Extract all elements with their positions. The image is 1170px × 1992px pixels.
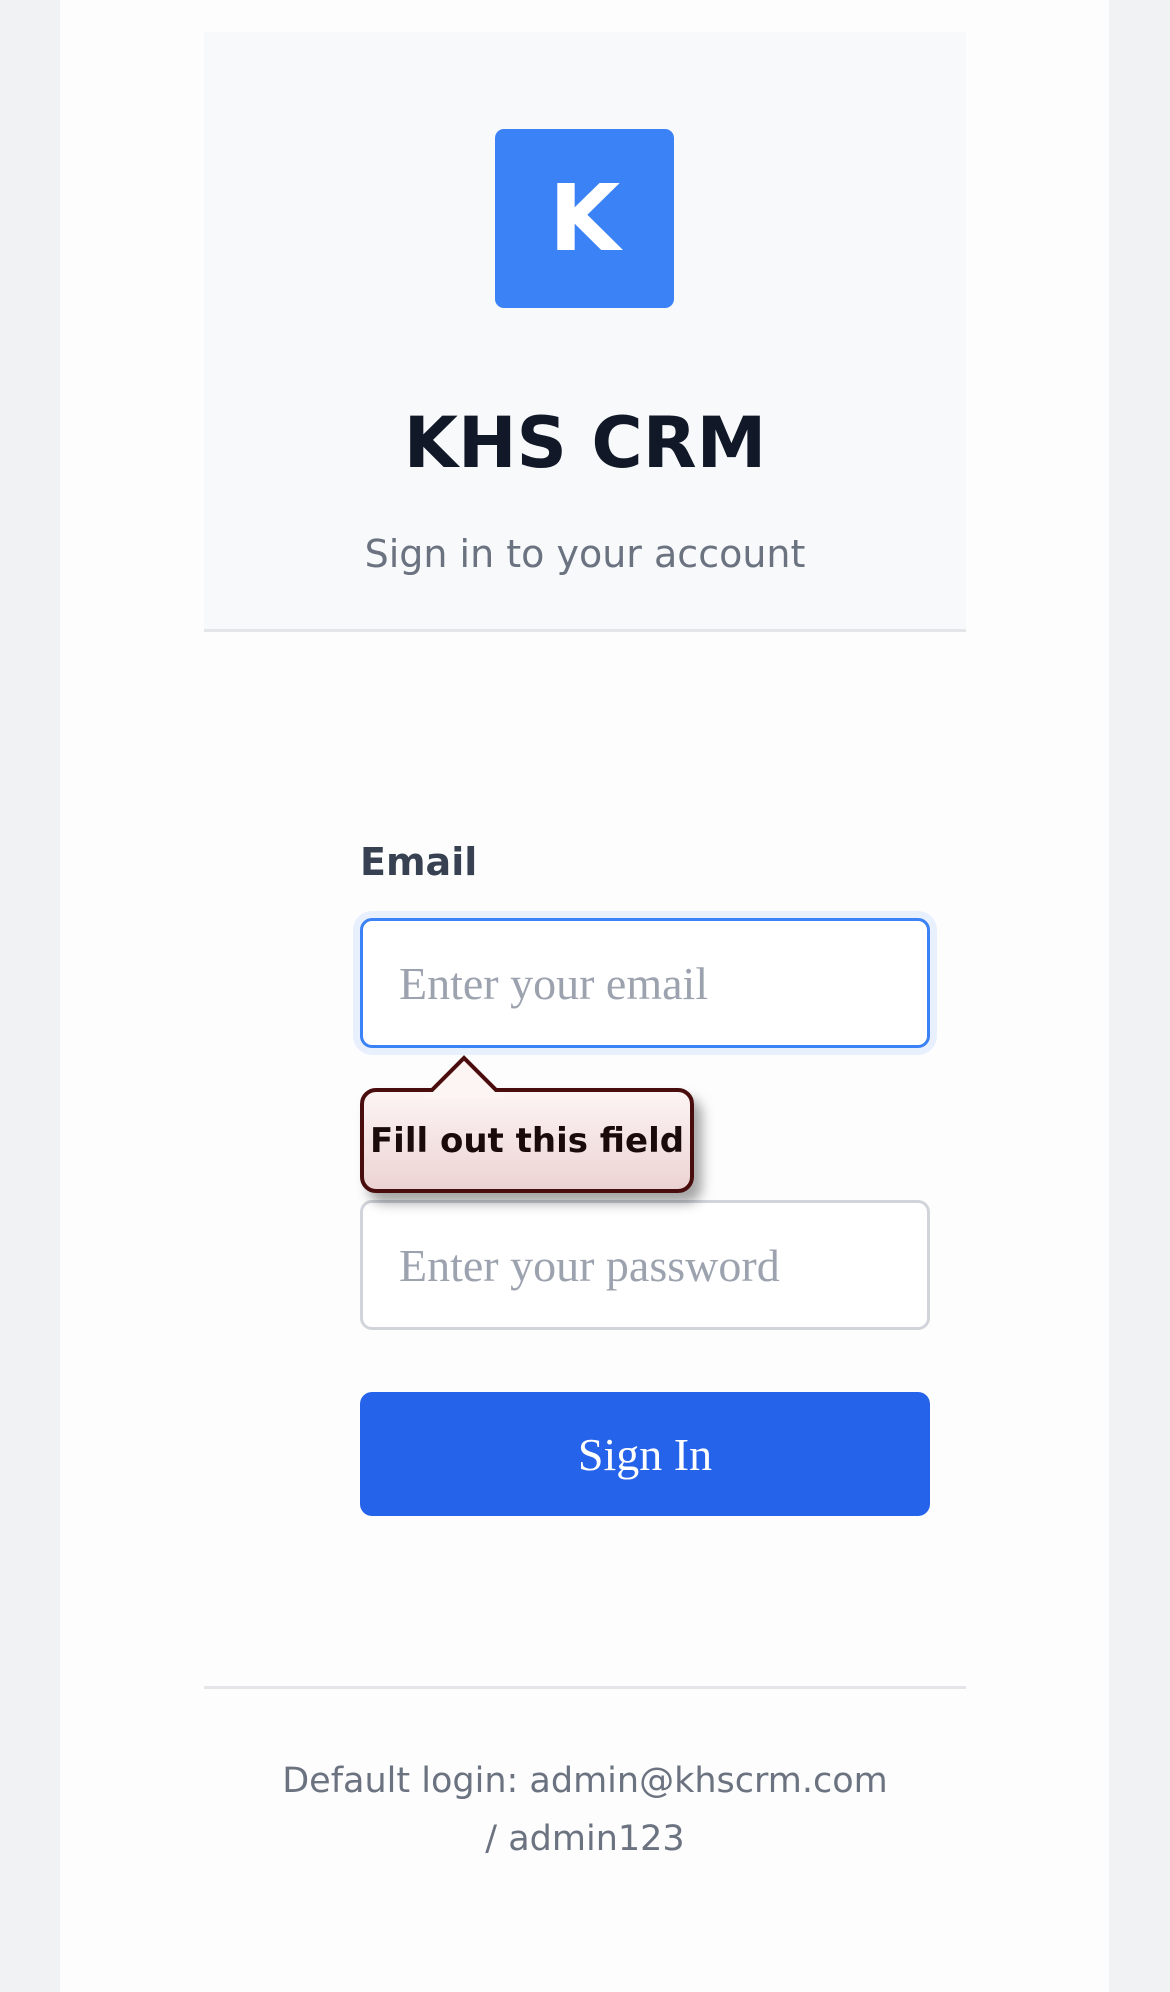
tooltip-text: Fill out this field (369, 1120, 685, 1161)
footer-divider (204, 1686, 966, 1689)
default-login-hint: Default login: admin@khscrm.com / admin1… (204, 1752, 966, 1868)
sign-in-button[interactable]: Sign In (360, 1392, 930, 1516)
login-panel: K KHS CRM Sign in to your account Email … (60, 0, 1109, 1992)
email-input[interactable] (360, 918, 930, 1048)
logo-letter: K (548, 165, 621, 272)
app-title: KHS CRM (403, 402, 767, 484)
password-input[interactable] (360, 1200, 930, 1330)
default-login-line-2: / admin123 (485, 1819, 685, 1859)
validation-tooltip: Fill out this field (360, 1055, 694, 1193)
app-logo: K (495, 129, 674, 308)
sign-in-subtitle: Sign in to your account (364, 532, 806, 576)
email-label: Email (360, 840, 478, 884)
login-header: K KHS CRM Sign in to your account (204, 32, 966, 632)
default-login-line-1: Default login: admin@khscrm.com (282, 1761, 888, 1801)
